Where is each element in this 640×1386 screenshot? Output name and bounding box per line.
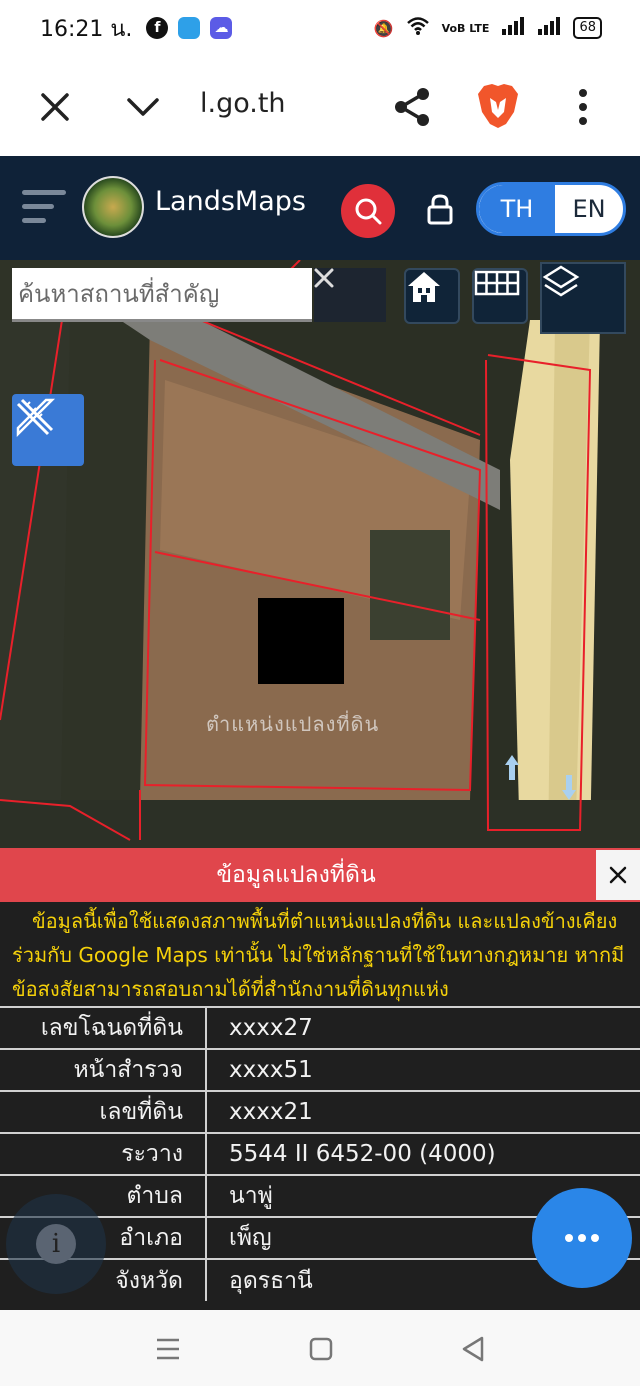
clear-search-button[interactable] <box>314 268 386 322</box>
signal-icon <box>501 16 525 40</box>
close-tab-icon[interactable] <box>40 92 70 122</box>
cloud-app-icon: ☁ <box>210 17 233 39</box>
layers-button[interactable] <box>540 262 626 334</box>
search-icon <box>355 198 382 225</box>
facebook-icon: f <box>146 17 169 39</box>
close-icon <box>609 866 627 884</box>
home-icon <box>408 272 440 302</box>
measure-tool-button[interactable] <box>12 394 84 466</box>
table-row: เลขที่ดิน xxxx21 <box>0 1090 640 1133</box>
table-row: เลขโฉนดที่ดิน xxxx27 <box>0 1006 640 1049</box>
signal-icon-2 <box>537 16 561 40</box>
lang-en-option[interactable]: EN <box>555 185 623 233</box>
app-header: LandsMaps TH EN <box>0 156 640 260</box>
redacted-block <box>258 598 344 684</box>
recents-icon[interactable] <box>153 1334 183 1364</box>
parcel-info-title: ข้อมูลแปลงที่ดิน <box>216 862 376 888</box>
info-icon: i <box>36 1224 76 1264</box>
url-text[interactable]: l.go.th <box>200 88 286 119</box>
wifi-icon <box>406 16 430 40</box>
status-time: 16:21 น. <box>40 16 133 42</box>
menu-icon[interactable] <box>22 190 66 224</box>
lang-th-option[interactable]: TH <box>479 185 555 233</box>
layers-icon <box>542 265 580 297</box>
close-icon <box>314 268 334 288</box>
chevron-down-icon[interactable] <box>126 94 160 120</box>
more-options-button[interactable] <box>532 1188 632 1288</box>
brave-lion-icon[interactable] <box>476 82 520 130</box>
home-button[interactable] <box>404 268 460 324</box>
place-search-input[interactable] <box>12 268 312 322</box>
row-key: หน้าสำรวจ <box>0 1048 207 1091</box>
row-value: xxxx21 <box>206 1090 640 1133</box>
more-vert-icon[interactable] <box>574 88 592 126</box>
grid-button[interactable] <box>472 268 528 324</box>
row-key: เลขที่ดิน <box>0 1090 207 1133</box>
ruler-pencil-icon <box>16 398 56 438</box>
language-toggle[interactable]: TH EN <box>476 182 626 236</box>
home-nav-icon[interactable] <box>306 1334 336 1364</box>
status-bar: 16:21 น. f ☁ 🔕 VoB LTE 68 <box>0 0 640 56</box>
grid-icon <box>474 270 520 296</box>
table-row: หน้าสำรวจ xxxx51 <box>0 1048 640 1091</box>
department-logo <box>82 176 144 238</box>
row-value: xxxx27 <box>206 1006 640 1049</box>
browser-toolbar: l.go.th <box>0 56 640 156</box>
share-icon[interactable] <box>392 86 432 128</box>
brand-title: LandsMaps <box>155 186 306 217</box>
network-label: VoB LTE <box>441 21 490 35</box>
map-parcel-label: ตำแหน่งแปลงที่ดิน <box>206 712 380 736</box>
back-icon[interactable] <box>458 1334 488 1364</box>
row-value: 5544 II 6452-00 (4000) <box>206 1132 640 1175</box>
map-view[interactable]: ตำแหน่งแปลงที่ดิน <box>0 260 640 850</box>
satellite-imagery <box>0 260 640 850</box>
row-key: ระวาง <box>0 1132 207 1175</box>
parcel-info-header: ข้อมูลแปลงที่ดิน <box>0 848 640 902</box>
messenger-icon <box>178 17 201 39</box>
row-key: เลขโฉนดที่ดิน <box>0 1006 207 1049</box>
row-value: xxxx51 <box>206 1048 640 1091</box>
disclaimer-text: ข้อมูลนี้เพื่อใช้แสดงสภาพพื้นที่ตำแหน่งแ… <box>12 909 625 1001</box>
table-row: ระวาง 5544 II 6452-00 (4000) <box>0 1132 640 1175</box>
info-button[interactable]: i <box>6 1194 106 1294</box>
search-button[interactable] <box>341 184 395 238</box>
panel-close-button[interactable] <box>596 850 640 900</box>
lock-icon[interactable] <box>426 193 454 225</box>
system-nav-bar <box>0 1310 640 1386</box>
mute-icon: 🔕 <box>373 18 394 38</box>
more-horiz-icon <box>565 1234 599 1242</box>
battery-indicator: 68 <box>573 17 602 39</box>
